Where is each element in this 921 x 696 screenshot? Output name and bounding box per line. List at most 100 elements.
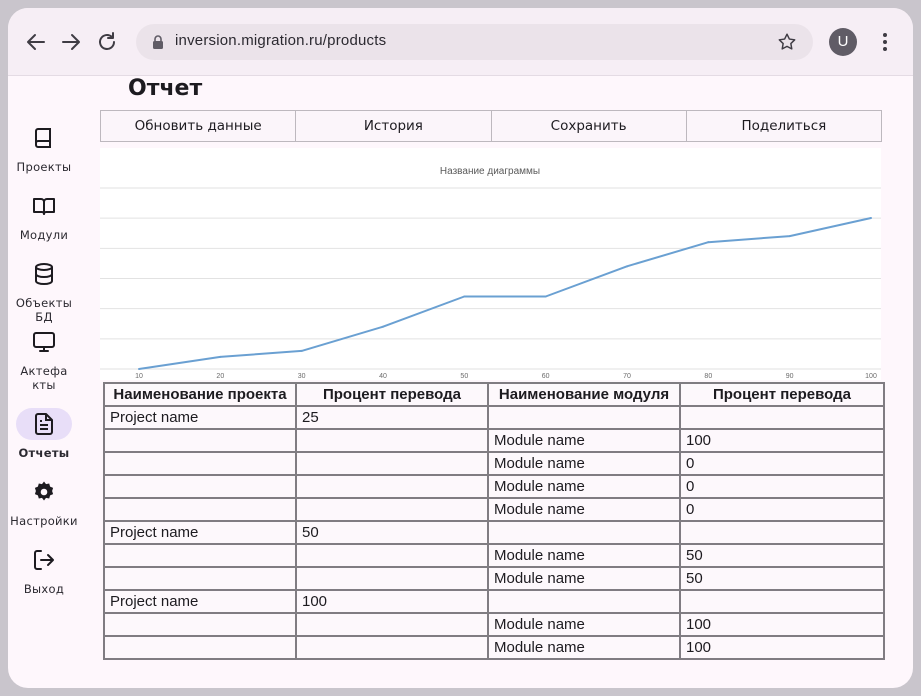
table-cell: 100 (679, 612, 885, 637)
report-table-container: Наименование проекта Процент перевода На… (103, 382, 885, 660)
table-cell: Module name (487, 497, 681, 522)
share-button[interactable]: Поделиться (685, 110, 882, 142)
x-tick-label: 30 (298, 373, 306, 380)
save-button[interactable]: Сохранить (490, 110, 687, 142)
chart-point (870, 217, 872, 219)
x-tick-label: 70 (623, 373, 631, 380)
table-cell (103, 474, 297, 499)
table-cell: Module name (487, 543, 681, 568)
x-tick-label: 80 (704, 373, 712, 380)
address-bar[interactable]: inversion.migration.ru/products (136, 24, 813, 60)
sidebar-item-projects[interactable]: Проекты (8, 122, 80, 174)
table-cell (487, 589, 681, 614)
table-cell: 100 (679, 635, 885, 660)
logout-icon (34, 550, 54, 570)
table-cell (295, 543, 489, 568)
table-cell: 50 (295, 520, 489, 545)
table-row: Project name 50 (103, 520, 885, 545)
table-header-row: Наименование проекта Процент перевода На… (103, 382, 885, 407)
table-cell: 100 (679, 428, 885, 453)
gear-icon (34, 481, 54, 501)
sidebar-item-label: Актефа кты (20, 364, 68, 392)
bookmark-star-icon[interactable] (776, 31, 798, 53)
table-cell (295, 497, 489, 522)
reload-icon[interactable] (95, 30, 119, 54)
table-cell (103, 566, 297, 591)
monitor-icon (33, 332, 55, 352)
table-cell: Module name (487, 474, 681, 499)
page-title: Отчет (128, 76, 203, 101)
chart-point (788, 235, 791, 238)
table-row: Module name 50 (103, 543, 885, 568)
table-row: Module name 50 (103, 566, 885, 591)
open-book-icon (33, 198, 55, 215)
book-icon (35, 128, 51, 148)
sidebar-item-label: Настройки (10, 514, 78, 528)
url-text: inversion.migration.ru/products (175, 32, 387, 49)
sidebar-item-logout[interactable]: Выход (8, 544, 80, 596)
sidebar-item-label: Объекты БД (15, 296, 73, 324)
report-table: Наименование проекта Процент перевода На… (103, 382, 885, 660)
back-arrow-icon[interactable] (24, 30, 48, 54)
sidebar-item-modules[interactable]: Модули (8, 190, 80, 242)
table-cell (103, 635, 297, 660)
sidebar-item-label: Отчеты (18, 446, 70, 460)
table-cell: Module name (487, 566, 681, 591)
chart-title: Название диаграммы (440, 166, 540, 177)
table-cell: 100 (295, 589, 489, 614)
table-row: Project name 25 (103, 405, 885, 430)
history-button[interactable]: История (295, 110, 492, 142)
chart-point (626, 265, 628, 268)
chart-point (382, 325, 384, 328)
column-header: Наименование модуля (487, 382, 681, 407)
table-cell (295, 612, 489, 637)
table-cell: 50 (679, 566, 885, 591)
line-chart: Название диаграммы 10 20 30 40 50 60 70 80 90 100 (100, 166, 881, 380)
table-cell (103, 428, 297, 453)
table-cell: Project name (103, 520, 297, 545)
table-cell: Module name (487, 451, 681, 476)
chart-point (138, 368, 140, 370)
table-cell: Module name (487, 612, 681, 637)
sidebar-item-label: Модули (19, 228, 69, 242)
more-menu-icon[interactable] (873, 30, 897, 54)
table-cell (487, 405, 681, 430)
sidebar-item-artifacts[interactable]: Актефа кты (8, 326, 80, 392)
table-cell (487, 520, 681, 545)
table-row: Module name 0 (103, 474, 885, 499)
x-tick-label: 40 (379, 373, 387, 380)
table-cell (679, 520, 885, 545)
table-row: Module name 0 (103, 497, 885, 522)
refresh-data-button[interactable]: Обновить данные (100, 110, 297, 142)
table-cell (103, 497, 297, 522)
table-row: Project name 100 (103, 589, 885, 614)
table-row: Module name 100 (103, 612, 885, 637)
table-cell: Project name (103, 589, 297, 614)
app-window: inversion.migration.ru/products U Проект… (8, 8, 913, 688)
profile-avatar[interactable]: U (829, 28, 857, 56)
table-cell (103, 543, 297, 568)
table-cell: 0 (679, 451, 885, 476)
table-cell (103, 612, 297, 637)
table-row: Module name 100 (103, 428, 885, 453)
forward-arrow-icon[interactable] (59, 30, 83, 54)
table-cell (295, 451, 489, 476)
table-cell (295, 635, 489, 660)
browser-toolbar: inversion.migration.ru/products U (8, 8, 913, 76)
sidebar-item-settings[interactable]: Настройки (8, 476, 80, 528)
table-cell (295, 566, 489, 591)
chart-point (707, 241, 710, 244)
table-cell: 50 (679, 543, 885, 568)
sidebar: Проекты Модули Объекты БД Актефа кты Отч… (8, 76, 98, 688)
x-tick-label: 60 (542, 373, 550, 380)
x-tick-label: 10 (135, 373, 143, 380)
chart-series-line (138, 217, 872, 370)
database-icon (35, 263, 53, 286)
report-chart: Название диаграммы 10 20 30 40 50 60 70 80 90 100 (100, 148, 881, 380)
sidebar-item-reports[interactable]: Отчеты (8, 408, 80, 460)
table-cell (679, 589, 885, 614)
chart-point (300, 349, 303, 352)
table-cell: 0 (679, 497, 885, 522)
sidebar-item-db-objects[interactable]: Объекты БД (8, 258, 80, 324)
column-header: Процент перевода (679, 382, 885, 407)
